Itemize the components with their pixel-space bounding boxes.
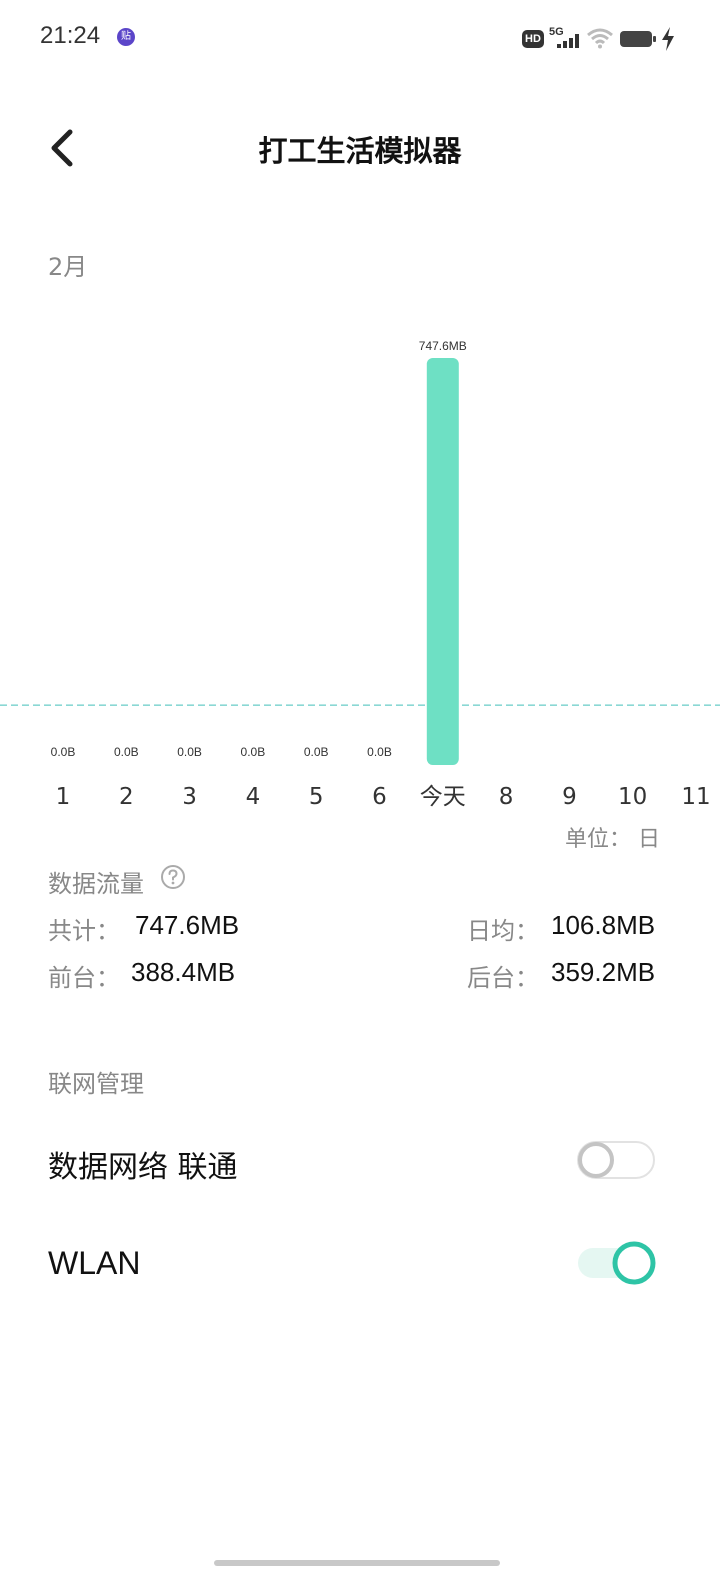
daily-average-value: 106.8MB	[551, 910, 656, 940]
chart-unit-label: 单位： 日	[565, 827, 660, 852]
data-usage-title: 数据流量	[48, 870, 144, 898]
battery-icon	[620, 31, 656, 47]
wlan-label: WLAN	[48, 1245, 141, 1281]
x-tick-label: 6	[372, 784, 387, 810]
x-tick-label: 5	[309, 784, 324, 810]
x-tick-label: 10	[618, 784, 647, 810]
app-notification-icon: 贴	[117, 28, 135, 46]
data-label: 0.0B	[241, 745, 266, 759]
data-label: 0.0B	[304, 745, 329, 759]
total-label: 共计：	[48, 917, 120, 945]
chart-month-label: 2月	[48, 253, 88, 281]
background-value: 359.2MB	[551, 957, 656, 987]
data-label: 0.0B	[51, 745, 76, 759]
background-label: 后台：	[467, 964, 539, 992]
data-label: 747.6MB	[419, 339, 467, 353]
x-tick-label: 8	[499, 784, 514, 810]
x-tick-label: 4	[246, 784, 261, 810]
charging-icon	[662, 27, 674, 51]
data-label: 0.0B	[177, 745, 202, 759]
status-time: 21:24	[40, 22, 101, 49]
hd-voice-icon: HD	[522, 30, 544, 48]
x-tick-label: 3	[182, 784, 197, 810]
mobile-data-toggle[interactable]	[576, 1140, 656, 1180]
chart-bar	[426, 358, 459, 765]
x-tick-label: 1	[56, 784, 71, 810]
question-circle-icon[interactable]	[160, 864, 186, 890]
page-title: 打工生活模拟器	[258, 134, 462, 168]
x-tick-label: 9	[562, 784, 577, 810]
daily-average-label: 日均：	[467, 917, 539, 945]
total-value: 747.6MB	[135, 910, 240, 940]
wlan-toggle[interactable]	[576, 1240, 658, 1286]
data-label: 0.0B	[367, 745, 392, 759]
x-tick-label: 11	[681, 784, 710, 810]
network-management-title: 联网管理	[48, 1070, 144, 1098]
data-usage-chart: 0.0B 1 0.0B 2 0.0B 3 0.0B 4 0.0B 5 0.0B 6 747.6MB 今天 8…	[0, 339, 720, 810]
signal-icon	[557, 34, 579, 48]
mobile-data-label: 数据网络 联通	[48, 1150, 238, 1185]
x-tick-label: 今天	[420, 784, 466, 810]
data-label: 0.0B	[114, 745, 139, 759]
x-tick-label: 2	[119, 784, 134, 810]
foreground-label: 前台：	[48, 964, 120, 992]
home-indicator[interactable]	[214, 1560, 500, 1566]
foreground-value: 388.4MB	[131, 957, 236, 987]
wifi-icon	[587, 28, 613, 49]
